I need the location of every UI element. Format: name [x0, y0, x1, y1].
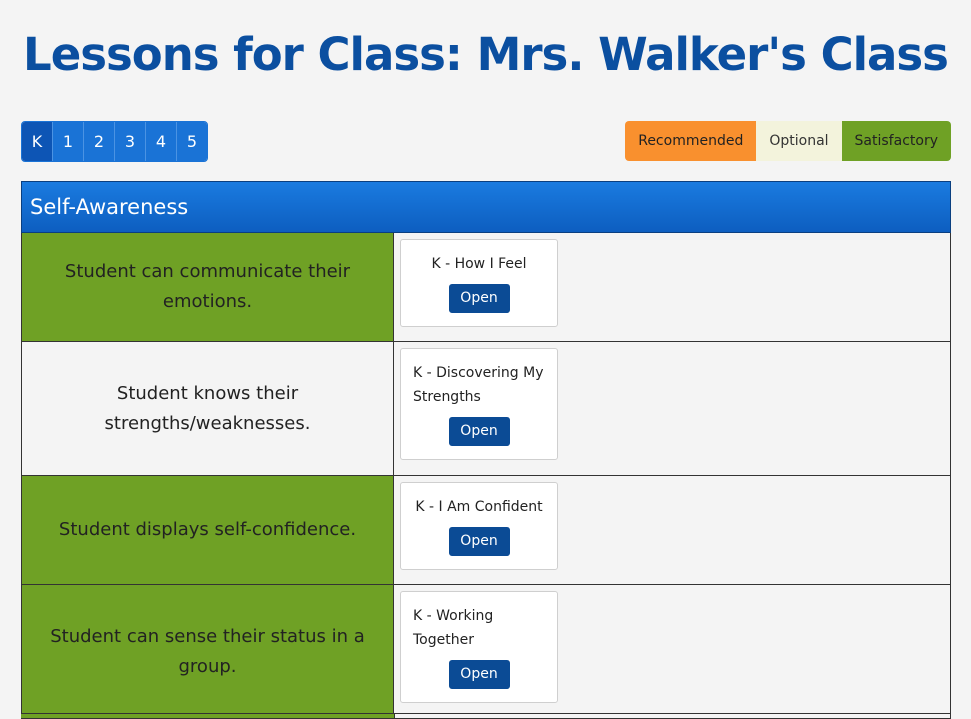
- table-row: Student displays self-confidence. K - I …: [21, 476, 951, 585]
- skill-cell: Student can sense their status in a grou…: [22, 585, 394, 718]
- status-legend: Recommended Optional Satisfactory: [625, 121, 951, 161]
- lesson-name: K - Discovering My Strengths: [413, 365, 544, 405]
- lesson-card: K - How I Feel Open: [400, 239, 558, 327]
- grade-3-button[interactable]: 3: [115, 122, 146, 161]
- lesson-cell: K - I Am Confident Open: [394, 476, 950, 584]
- open-lesson-button[interactable]: Open: [448, 660, 510, 689]
- table-row-partial: [21, 713, 951, 718]
- lesson-name: K - Working Together: [413, 608, 494, 648]
- legend-optional: Optional: [756, 121, 842, 161]
- grade-2-button[interactable]: 2: [84, 122, 115, 161]
- table-row: Student knows their strengths/weaknesses…: [21, 342, 951, 476]
- table-row: Student can communicate their emotions. …: [21, 233, 951, 342]
- grade-selector: K 1 2 3 4 5: [21, 121, 208, 162]
- legend-recommended: Recommended: [625, 121, 757, 161]
- page-title: Lessons for Class: Mrs. Walker's Class: [23, 28, 949, 81]
- open-lesson-button[interactable]: Open: [448, 284, 510, 313]
- lesson-card: K - Working Together Open: [400, 591, 558, 703]
- skill-cell: Student knows their strengths/weaknesses…: [22, 342, 394, 475]
- lesson-name: K - I Am Confident: [415, 499, 543, 515]
- lesson-name: K - How I Feel: [431, 256, 527, 272]
- skill-cell: Student can communicate their emotions.: [22, 233, 394, 341]
- grade-k-button[interactable]: K: [22, 122, 53, 161]
- lesson-cell: K - Working Together Open: [394, 585, 950, 718]
- lesson-cell: K - Discovering My Strengths Open: [394, 342, 950, 475]
- section-header: Self-Awareness: [21, 181, 951, 233]
- skill-cell: Student displays self-confidence.: [22, 476, 394, 584]
- open-lesson-button[interactable]: Open: [448, 417, 510, 446]
- grade-5-button[interactable]: 5: [177, 122, 207, 161]
- lessons-table: Self-Awareness Student can communicate t…: [21, 181, 951, 719]
- open-lesson-button[interactable]: Open: [448, 527, 510, 556]
- lesson-card: K - Discovering My Strengths Open: [400, 348, 558, 460]
- table-row: Student can sense their status in a grou…: [21, 585, 951, 719]
- grade-1-button[interactable]: 1: [53, 122, 84, 161]
- legend-satisfactory: Satisfactory: [841, 121, 951, 161]
- lesson-card: K - I Am Confident Open: [400, 482, 558, 570]
- grade-4-button[interactable]: 4: [146, 122, 177, 161]
- lesson-cell: K - How I Feel Open: [394, 233, 950, 341]
